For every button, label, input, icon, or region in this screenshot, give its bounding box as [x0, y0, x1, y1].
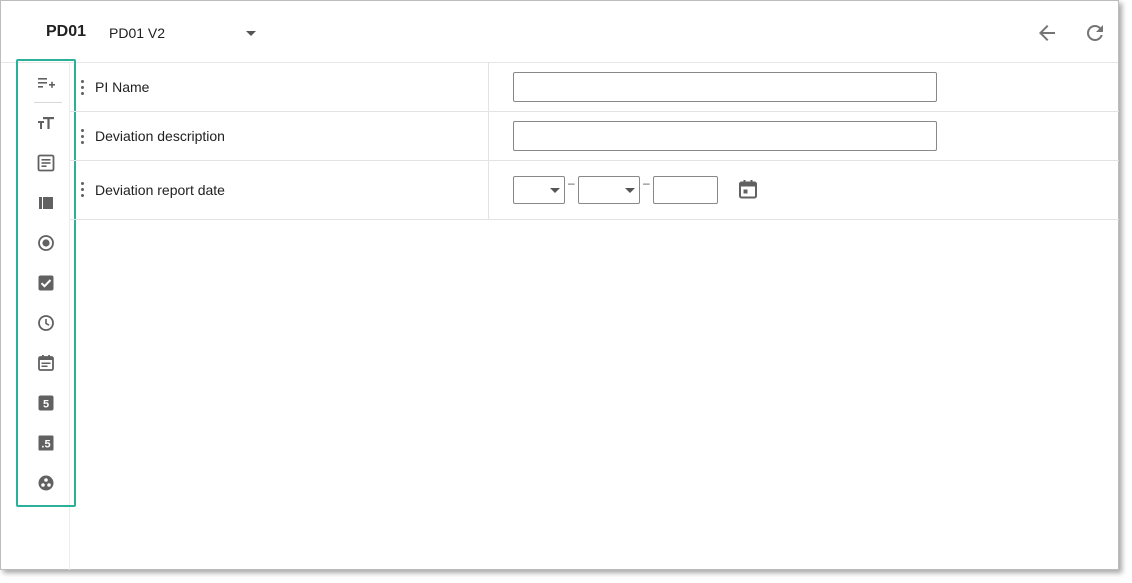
pi-name-input[interactable] — [513, 72, 937, 102]
refresh-icon — [1086, 24, 1103, 41]
add-field-icon — [38, 78, 55, 88]
calendar-icon — [739, 180, 757, 199]
back-button[interactable] — [1035, 21, 1059, 45]
column-divider — [488, 161, 489, 219]
text-size-icon — [38, 117, 54, 129]
chevron-down-icon — [625, 188, 635, 193]
checkbox-tool[interactable] — [36, 273, 56, 293]
section-tool[interactable] — [36, 193, 56, 213]
checkbox-icon — [38, 275, 54, 291]
arrow-left-icon — [1039, 25, 1055, 41]
column-divider — [488, 112, 489, 160]
field-row: Deviation description — [70, 112, 1119, 161]
clock-icon — [38, 315, 54, 331]
number-glyph: 5 — [43, 399, 49, 411]
decimal-glyph: .5 — [41, 439, 50, 451]
field-label: Deviation description — [95, 128, 225, 144]
radio-icon — [38, 235, 54, 251]
lookup-tool[interactable] — [36, 473, 56, 493]
field-label: Deviation report date — [95, 182, 225, 198]
field-row: PI Name — [70, 63, 1119, 112]
drag-handle-icon[interactable] — [80, 129, 86, 145]
refresh-button[interactable] — [1083, 21, 1107, 45]
text-area-icon — [37, 154, 55, 172]
column-divider — [488, 63, 489, 111]
toolbox-divider — [34, 102, 62, 103]
time-tool[interactable] — [36, 313, 56, 333]
decimal-icon: .5 — [38, 435, 54, 451]
radio-tool[interactable] — [36, 233, 56, 253]
form-canvas: PI Name Deviation description Deviation … — [70, 63, 1119, 570]
drag-handle-icon[interactable] — [80, 80, 86, 96]
form-editor-window: PD01 PD01 V2 5 .5 PI Name Deviation desc… — [0, 0, 1119, 570]
header-bar: PD01 PD01 V2 — [1, 1, 1118, 63]
chevron-down-icon — [550, 188, 560, 193]
drag-handle-icon[interactable] — [80, 182, 86, 198]
add-field-tool[interactable] — [36, 73, 56, 93]
number-icon: 5 — [38, 395, 54, 411]
deviation-description-input[interactable] — [513, 121, 937, 151]
calendar-button[interactable] — [737, 178, 759, 200]
decimal-tool[interactable]: .5 — [36, 433, 56, 453]
day-select[interactable] — [513, 176, 565, 204]
month-select[interactable] — [578, 176, 640, 204]
calendar-icon — [38, 355, 54, 371]
chevron-down-icon — [246, 31, 256, 36]
date-separator: – — [568, 176, 575, 190]
version-value: PD01 V2 — [109, 25, 166, 41]
date-tool[interactable] — [36, 353, 56, 373]
lookup-icon — [38, 475, 54, 491]
text-area-tool[interactable] — [36, 153, 56, 173]
version-dropdown[interactable]: PD01 V2 — [108, 21, 260, 45]
field-toolbox: 5 .5 — [16, 59, 76, 507]
section-icon — [39, 197, 53, 209]
form-code: PD01 — [46, 23, 87, 40]
text-field-tool[interactable] — [36, 113, 56, 133]
year-input[interactable] — [653, 176, 718, 204]
field-row: Deviation report date – – — [70, 161, 1119, 220]
field-label: PI Name — [95, 79, 150, 95]
date-separator: – — [643, 176, 650, 190]
number-tool[interactable]: 5 — [36, 393, 56, 413]
sidebar: 5 .5 — [1, 59, 76, 570]
